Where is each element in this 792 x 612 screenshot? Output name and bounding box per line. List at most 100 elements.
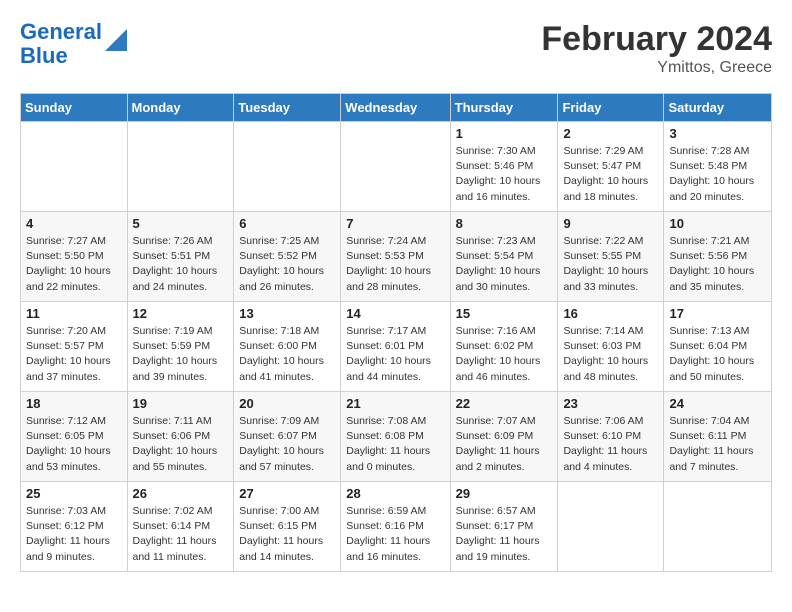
- day-number: 3: [669, 126, 766, 141]
- col-saturday: Saturday: [664, 94, 772, 122]
- day-info: Sunrise: 7:11 AM Sunset: 6:06 PM Dayligh…: [133, 414, 229, 475]
- logo-blue: Blue: [20, 43, 68, 68]
- day-number: 29: [456, 486, 553, 501]
- week-row-1: 1Sunrise: 7:30 AM Sunset: 5:46 PM Daylig…: [21, 122, 772, 212]
- table-cell: 23Sunrise: 7:06 AM Sunset: 6:10 PM Dayli…: [558, 392, 664, 482]
- day-info: Sunrise: 7:07 AM Sunset: 6:09 PM Dayligh…: [456, 414, 553, 475]
- day-info: Sunrise: 7:21 AM Sunset: 5:56 PM Dayligh…: [669, 234, 766, 295]
- table-cell: 20Sunrise: 7:09 AM Sunset: 6:07 PM Dayli…: [234, 392, 341, 482]
- table-cell: 22 Sunrise: 7:07 AM Sunset: 6:09 PM Dayli…: [450, 392, 558, 482]
- table-cell: 17 Sunrise: 7:13 AM Sunset: 6:04 PM Dayli…: [664, 302, 772, 392]
- col-thursday: Thursday: [450, 94, 558, 122]
- day-number: 9: [563, 216, 658, 231]
- day-info: Sunrise: 7:27 AM Sunset: 5:50 PM Dayligh…: [26, 234, 122, 295]
- table-cell: 6 Sunrise: 7:25 AM Sunset: 5:52 PM Daylig…: [234, 212, 341, 302]
- day-info: Sunrise: 7:28 AM Sunset: 5:48 PM Dayligh…: [669, 144, 766, 205]
- day-info: Sunrise: 7:12 AM Sunset: 6:05 PM Dayligh…: [26, 414, 122, 475]
- day-info: Sunrise: 6:57 AM Sunset: 6:17 PM Dayligh…: [456, 504, 553, 565]
- table-cell: 11 Sunrise: 7:20 AM Sunset: 5:57 PM Dayli…: [21, 302, 128, 392]
- day-number: 12: [133, 306, 229, 321]
- day-info: Sunrise: 7:23 AM Sunset: 5:54 PM Dayligh…: [456, 234, 553, 295]
- table-cell: 2 Sunrise: 7:29 AM Sunset: 5:47 PM Daylig…: [558, 122, 664, 212]
- day-number: 23: [563, 396, 658, 411]
- day-number: 1: [456, 126, 553, 141]
- table-cell: 8Sunrise: 7:23 AM Sunset: 5:54 PM Daylig…: [450, 212, 558, 302]
- day-number: 7: [346, 216, 444, 231]
- table-cell: 18 Sunrise: 7:12 AM Sunset: 6:05 PM Dayli…: [21, 392, 128, 482]
- day-info: Sunrise: 7:24 AM Sunset: 5:53 PM Dayligh…: [346, 234, 444, 295]
- day-info: Sunrise: 7:13 AM Sunset: 6:04 PM Dayligh…: [669, 324, 766, 385]
- table-cell: [341, 122, 450, 212]
- day-info: Sunrise: 7:00 AM Sunset: 6:15 PM Dayligh…: [239, 504, 335, 565]
- table-cell: 25Sunrise: 7:03 AM Sunset: 6:12 PM Dayli…: [21, 482, 128, 572]
- day-number: 17: [669, 306, 766, 321]
- table-cell: [21, 122, 128, 212]
- day-info: Sunrise: 7:19 AM Sunset: 5:59 PM Dayligh…: [133, 324, 229, 385]
- table-cell: 21 Sunrise: 7:08 AM Sunset: 6:08 PM Dayli…: [341, 392, 450, 482]
- day-info: Sunrise: 7:09 AM Sunset: 6:07 PM Dayligh…: [239, 414, 335, 475]
- day-number: 21: [346, 396, 444, 411]
- day-info: Sunrise: 7:20 AM Sunset: 5:57 PM Dayligh…: [26, 324, 122, 385]
- table-cell: 3 Sunrise: 7:28 AM Sunset: 5:48 PM Daylig…: [664, 122, 772, 212]
- day-info: Sunrise: 7:29 AM Sunset: 5:47 PM Dayligh…: [563, 144, 658, 205]
- day-number: 15: [456, 306, 553, 321]
- day-number: 24: [669, 396, 766, 411]
- table-cell: [558, 482, 664, 572]
- table-cell: 28 Sunrise: 6:59 AM Sunset: 6:16 PM Dayli…: [341, 482, 450, 572]
- day-info: Sunrise: 6:59 AM Sunset: 6:16 PM Dayligh…: [346, 504, 444, 565]
- week-row-5: 25Sunrise: 7:03 AM Sunset: 6:12 PM Dayli…: [21, 482, 772, 572]
- table-cell: 5 Sunrise: 7:26 AM Sunset: 5:51 PM Daylig…: [127, 212, 234, 302]
- day-info: Sunrise: 7:16 AM Sunset: 6:02 PM Dayligh…: [456, 324, 553, 385]
- calendar-header-row: Sunday Monday Tuesday Wednesday Thursday…: [21, 94, 772, 122]
- day-number: 27: [239, 486, 335, 501]
- col-monday: Monday: [127, 94, 234, 122]
- col-tuesday: Tuesday: [234, 94, 341, 122]
- table-cell: [234, 122, 341, 212]
- day-info: Sunrise: 7:14 AM Sunset: 6:03 PM Dayligh…: [563, 324, 658, 385]
- table-cell: 1Sunrise: 7:30 AM Sunset: 5:46 PM Daylig…: [450, 122, 558, 212]
- day-number: 26: [133, 486, 229, 501]
- table-cell: 26Sunrise: 7:02 AM Sunset: 6:14 PM Dayli…: [127, 482, 234, 572]
- day-info: Sunrise: 7:04 AM Sunset: 6:11 PM Dayligh…: [669, 414, 766, 475]
- day-number: 28: [346, 486, 444, 501]
- day-number: 4: [26, 216, 122, 231]
- table-cell: 27 Sunrise: 7:00 AM Sunset: 6:15 PM Dayli…: [234, 482, 341, 572]
- col-sunday: Sunday: [21, 94, 128, 122]
- table-cell: 13 Sunrise: 7:18 AM Sunset: 6:00 PM Dayli…: [234, 302, 341, 392]
- day-number: 19: [133, 396, 229, 411]
- day-number: 11: [26, 306, 122, 321]
- calendar-table: Sunday Monday Tuesday Wednesday Thursday…: [20, 93, 772, 572]
- day-number: 5: [133, 216, 229, 231]
- day-number: 6: [239, 216, 335, 231]
- table-cell: 10 Sunrise: 7:21 AM Sunset: 5:56 PM Dayli…: [664, 212, 772, 302]
- logo-general: General: [20, 19, 102, 44]
- page-header: General Blue February 2024 Ymittos, Gree…: [20, 20, 772, 77]
- table-cell: 7 Sunrise: 7:24 AM Sunset: 5:53 PM Daylig…: [341, 212, 450, 302]
- day-number: 18: [26, 396, 122, 411]
- table-cell: 14 Sunrise: 7:17 AM Sunset: 6:01 PM Dayli…: [341, 302, 450, 392]
- table-cell: 9Sunrise: 7:22 AM Sunset: 5:55 PM Daylig…: [558, 212, 664, 302]
- day-number: 14: [346, 306, 444, 321]
- table-cell: 19 Sunrise: 7:11 AM Sunset: 6:06 PM Dayli…: [127, 392, 234, 482]
- calendar-title: February 2024: [541, 20, 772, 59]
- day-info: Sunrise: 7:26 AM Sunset: 5:51 PM Dayligh…: [133, 234, 229, 295]
- week-row-2: 4 Sunrise: 7:27 AM Sunset: 5:50 PM Daylig…: [21, 212, 772, 302]
- day-info: Sunrise: 7:08 AM Sunset: 6:08 PM Dayligh…: [346, 414, 444, 475]
- day-number: 16: [563, 306, 658, 321]
- table-cell: [127, 122, 234, 212]
- day-info: Sunrise: 7:18 AM Sunset: 6:00 PM Dayligh…: [239, 324, 335, 385]
- day-number: 22: [456, 396, 553, 411]
- day-number: 25: [26, 486, 122, 501]
- day-info: Sunrise: 7:25 AM Sunset: 5:52 PM Dayligh…: [239, 234, 335, 295]
- day-number: 10: [669, 216, 766, 231]
- day-number: 13: [239, 306, 335, 321]
- logo: General Blue: [20, 20, 127, 68]
- table-cell: 16 Sunrise: 7:14 AM Sunset: 6:03 PM Dayli…: [558, 302, 664, 392]
- day-info: Sunrise: 7:17 AM Sunset: 6:01 PM Dayligh…: [346, 324, 444, 385]
- logo-text: General Blue: [20, 20, 102, 68]
- week-row-3: 11 Sunrise: 7:20 AM Sunset: 5:57 PM Dayli…: [21, 302, 772, 392]
- logo-icon: [105, 29, 127, 51]
- day-number: 2: [563, 126, 658, 141]
- table-cell: 29 Sunrise: 6:57 AM Sunset: 6:17 PM Dayli…: [450, 482, 558, 572]
- table-cell: 24 Sunrise: 7:04 AM Sunset: 6:11 PM Dayli…: [664, 392, 772, 482]
